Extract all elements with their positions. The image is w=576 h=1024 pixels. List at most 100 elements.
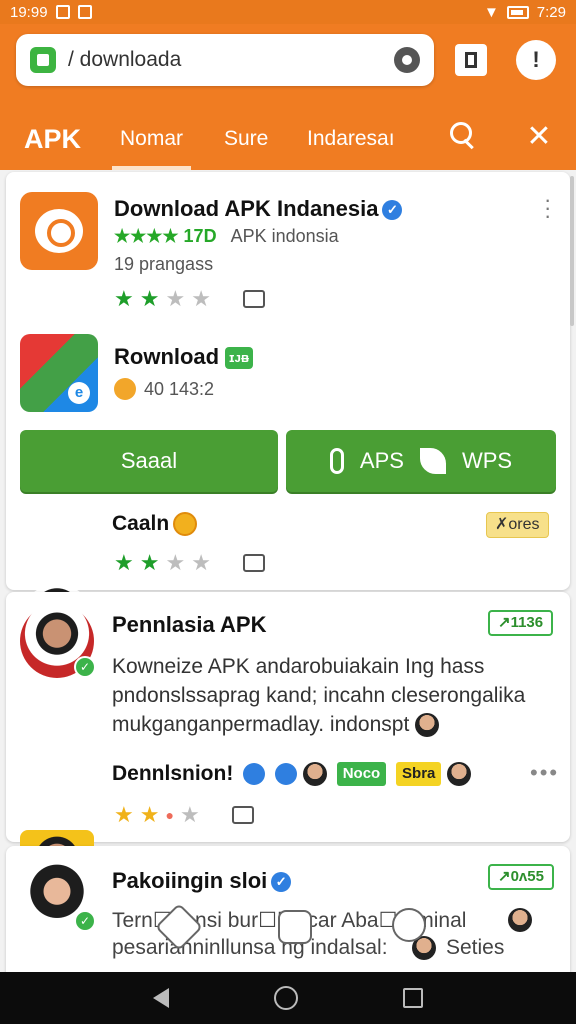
- app-meta-2-row: 40 143:2: [114, 378, 214, 400]
- star-full-icon: ★: [114, 802, 134, 827]
- tabs-button[interactable]: [455, 44, 487, 76]
- star-empty-icon: ★: [191, 286, 211, 311]
- notification-icon: [55, 5, 70, 19]
- emoji-icon: [114, 378, 136, 400]
- verified-icon: ✓: [271, 872, 292, 893]
- notification-icon-2: [77, 5, 92, 19]
- item-description-line2-end: Seties: [446, 936, 505, 959]
- status-time: 19:99: [10, 3, 48, 21]
- app-rating: ★★★★ 17D: [114, 226, 217, 246]
- thumbs-up-icon[interactable]: [242, 554, 265, 572]
- star-empty-icon: ★: [165, 286, 186, 311]
- microphone-icon: [329, 448, 344, 474]
- status-bar: 19:99 ▼ 7:29: [0, 0, 576, 24]
- app-developer: APK indonsia: [230, 226, 339, 246]
- primary-action-button[interactable]: Saaal: [20, 430, 278, 492]
- star-empty-icon: ★: [179, 802, 200, 827]
- alert-button[interactable]: !: [516, 40, 556, 80]
- star-full-icon: ★: [114, 286, 134, 311]
- scrollbar[interactable]: [570, 176, 574, 326]
- trend-badge[interactable]: ↗0ʌ55: [488, 864, 554, 890]
- app-title[interactable]: Download APK Indanesia ✓: [114, 196, 403, 222]
- avatar[interactable]: ✓: [20, 604, 96, 678]
- star-partial-icon: ●: [165, 807, 174, 823]
- aps-wps-button[interactable]: APS WPS: [286, 430, 556, 492]
- app-card-2: ✓ Pennlasia APK ↗1136 Kowneize APK andar…: [6, 592, 570, 904]
- star-rating-3: ★ ★ ★ ★: [114, 550, 265, 576]
- avatar-small-icon: [508, 908, 532, 932]
- recent-apps-icon[interactable]: [403, 988, 424, 1008]
- star-empty-icon: ★: [191, 550, 211, 575]
- verified-check-icon: ✓: [74, 656, 96, 678]
- star-full-icon: ★: [114, 550, 134, 575]
- lock-icon: [173, 512, 198, 537]
- app-card-1: Download APK Indanesia ✓ ★★★★ 17D APK ind…: [6, 172, 570, 658]
- app-meta: 19 prangass: [114, 254, 214, 274]
- item-title-2-text[interactable]: Dennlsnion!: [112, 762, 233, 785]
- close-icon[interactable]: ✕: [524, 122, 554, 152]
- aps-label: APS: [359, 448, 404, 473]
- app-meta-2: 40 143:2: [144, 378, 215, 399]
- avatar[interactable]: ✓: [20, 858, 96, 932]
- tab-sure[interactable]: Sure: [224, 108, 268, 170]
- app-title-2[interactable]: Rownload ɪᴊᴃ: [114, 344, 253, 370]
- site-security-icon[interactable]: [30, 47, 56, 73]
- avatar-small-icon: [302, 762, 327, 787]
- chat-icon[interactable]: [392, 908, 426, 942]
- leaf-icon: [419, 448, 446, 474]
- avatar-small-icon: [447, 762, 472, 787]
- item-title-text[interactable]: Caaln: [112, 512, 169, 535]
- url-text[interactable]: / downloada: [68, 48, 382, 72]
- gear-icon[interactable]: [394, 47, 420, 73]
- app-bar: / downloada ! APK Nomar Sure Indaresaı ✕: [0, 24, 576, 170]
- item-title-text[interactable]: Pakoiingin sloi: [112, 868, 267, 893]
- thumbs-up-icon[interactable]: [242, 290, 265, 308]
- item-title-2[interactable]: Dennlsnion! Noco Sbra: [112, 762, 472, 787]
- app-rating-row: ★★★★ 17D APK indonsia: [114, 226, 339, 247]
- wifi-icon: ▼: [483, 3, 499, 21]
- battery-icon: [506, 5, 529, 19]
- more-options-icon[interactable]: · · ·: [544, 189, 551, 227]
- star-rating: ★ ★ ★ ★: [114, 286, 265, 312]
- item-title[interactable]: Pakoiingin sloi ✓: [112, 868, 292, 894]
- share-icon[interactable]: [243, 763, 266, 786]
- avatar-small-icon: [415, 713, 440, 738]
- star-half-icon: ★: [139, 550, 160, 575]
- grid-icon[interactable]: [278, 910, 312, 944]
- item-title[interactable]: Pennlasia APK: [112, 612, 266, 638]
- item-title[interactable]: Caaln: [112, 512, 198, 537]
- verified-check-icon: ✓: [74, 910, 96, 932]
- tab-nomar[interactable]: Nomar: [111, 108, 192, 170]
- thumbs-up-icon[interactable]: [231, 806, 254, 824]
- star-half-icon: ★: [139, 286, 160, 311]
- trend-badge[interactable]: ↗1136: [488, 610, 554, 636]
- verified-icon: ✓: [382, 200, 403, 221]
- star-empty-icon: ★: [165, 550, 186, 575]
- tag-yellow[interactable]: Sbra: [396, 762, 442, 787]
- system-nav-bar: [0, 972, 576, 1024]
- url-bar[interactable]: / downloada: [16, 34, 434, 86]
- primary-action-label: Saaal: [120, 448, 178, 473]
- search-icon[interactable]: [450, 122, 476, 152]
- home-icon[interactable]: [273, 986, 298, 1010]
- item-description-text: Kowneize APK andarobuiakain Ing hass pnd…: [112, 655, 526, 736]
- wps-label: WPS: [461, 448, 513, 473]
- tab-indaresai[interactable]: Indaresaı: [307, 108, 395, 170]
- status-right-time: 7:29: [536, 3, 566, 21]
- app-title-text[interactable]: Download APK Indanesia: [114, 196, 378, 221]
- status-badge[interactable]: ✗ores: [486, 512, 549, 538]
- star-rating-gold: ★ ★ ● ★: [114, 802, 254, 828]
- tab-apk[interactable]: APK: [24, 108, 81, 170]
- item-description: Kowneize APK andarobuiakain Ing hass pnd…: [112, 652, 532, 739]
- tag-green[interactable]: Noco: [336, 762, 387, 787]
- app-icon-rownload[interactable]: [20, 334, 98, 412]
- item-description-line2: pesarianninllunsa ng indalsal:: [112, 936, 388, 959]
- app-title-2-text[interactable]: Rownload: [114, 344, 219, 369]
- tabs-icon: [465, 52, 477, 68]
- verified-icon: [275, 763, 298, 786]
- app-badge: ɪᴊᴃ: [225, 347, 253, 370]
- app-icon-download-apk[interactable]: [20, 192, 98, 270]
- more-options-icon[interactable]: •••: [530, 760, 559, 786]
- star-full-icon: ★: [139, 802, 160, 827]
- back-icon[interactable]: [152, 988, 169, 1008]
